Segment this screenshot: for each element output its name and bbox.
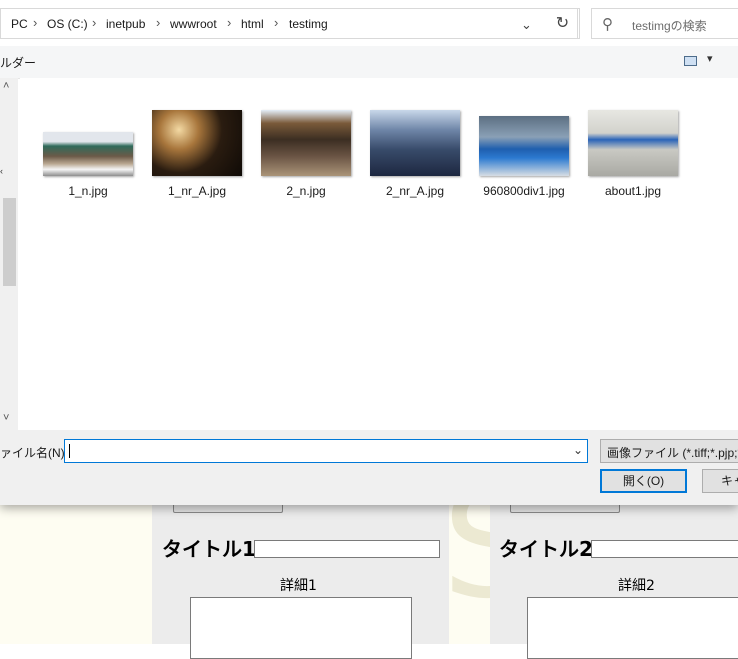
file-name: 2_n.jpg: [286, 184, 326, 198]
scroll-up-icon[interactable]: ˄: [3, 80, 9, 92]
breadcrumb-drive[interactable]: OS (C:): [47, 17, 88, 31]
view-options-icon[interactable]: [684, 56, 697, 66]
view-dropdown-icon[interactable]: ▾: [707, 52, 713, 65]
card-title-1: タイトル1: [162, 537, 256, 561]
file-item[interactable]: 1_n.jpg: [33, 102, 143, 202]
filename-dropdown-icon[interactable]: ⌄: [573, 443, 583, 457]
breadcrumb-testimg[interactable]: testimg: [289, 17, 328, 31]
file-thumbnail: [588, 110, 678, 176]
breadcrumb-html[interactable]: html: [241, 17, 264, 31]
breadcrumb-wwwroot[interactable]: wwwroot: [170, 17, 217, 31]
title-input-2[interactable]: [591, 540, 738, 558]
scrollbar-thumb[interactable]: [3, 198, 16, 286]
dialog-footer: ァイル名(N): ⌄ 画像ファイル (*.tiff;*.pjp;*.jfif 開…: [0, 430, 738, 505]
filetype-select[interactable]: 画像ファイル (*.tiff;*.pjp;*.jfif: [600, 439, 738, 463]
breadcrumb-separator[interactable]: ›: [227, 15, 231, 30]
refresh-button[interactable]: ↻: [548, 8, 578, 39]
new-folder-button[interactable]: ルダー: [0, 54, 36, 71]
detail-label-2: 詳細2: [618, 578, 655, 594]
file-list: 1_n.jpg 1_nr_A.jpg 2_n.jpg 2_nr_A.jpg 96…: [20, 78, 738, 430]
file-item[interactable]: 2_nr_A.jpg: [360, 102, 470, 202]
file-item[interactable]: 960800div1.jpg: [469, 102, 579, 202]
nav-item-marker: ‹: [0, 166, 3, 176]
file-thumbnail: [43, 132, 133, 176]
file-item[interactable]: 1_nr_A.jpg: [142, 102, 252, 202]
file-name: 1_nr_A.jpg: [167, 184, 227, 198]
scroll-down-icon[interactable]: ˅: [3, 412, 9, 424]
file-item[interactable]: 2_n.jpg: [251, 102, 361, 202]
breadcrumb-pc[interactable]: PC: [11, 17, 28, 31]
detail-textarea-2[interactable]: [527, 597, 738, 659]
breadcrumb-inetpub[interactable]: inetpub: [106, 17, 145, 31]
text-caret: [69, 444, 70, 458]
search-input[interactable]: ⚲ testimgの検索: [591, 8, 738, 39]
file-thumbnail: [261, 110, 351, 176]
file-item[interactable]: about1.jpg: [578, 102, 688, 202]
breadcrumb-separator[interactable]: ›: [33, 15, 37, 30]
file-name: 960800div1.jpg: [483, 184, 565, 198]
file-thumbnail: [370, 110, 460, 176]
dialog-toolbar: ルダー ▾: [0, 46, 738, 79]
filename-label: ァイル名(N):: [0, 446, 68, 460]
search-icon: ⚲: [602, 16, 613, 33]
file-open-dialog: PC › OS (C:) › inetpub › wwwroot › html …: [0, 0, 738, 505]
cancel-button[interactable]: キャンセル: [702, 469, 738, 493]
filename-input[interactable]: ⌄: [64, 439, 588, 463]
open-button[interactable]: 開く(O): [600, 469, 687, 493]
title-input-1[interactable]: [254, 540, 440, 558]
detail-textarea-1[interactable]: [190, 597, 412, 659]
filetype-value: 画像ファイル (*.tiff;*.pjp;*.jfif: [607, 446, 738, 460]
file-name: 1_n.jpg: [68, 184, 108, 198]
file-name: about1.jpg: [604, 184, 662, 198]
breadcrumb-separator[interactable]: ›: [156, 15, 160, 30]
card-title-2: タイトル2: [499, 537, 593, 561]
breadcrumb-separator[interactable]: ›: [92, 15, 96, 30]
address-bar[interactable]: PC › OS (C:) › inetpub › wwwroot › html …: [0, 8, 580, 39]
detail-label-1: 詳細1: [280, 578, 317, 594]
breadcrumb-separator[interactable]: ›: [274, 15, 278, 30]
navigation-pane[interactable]: ˄ ‹ ˅: [0, 78, 18, 430]
search-placeholder: testimgの検索: [632, 19, 707, 33]
address-dropdown-icon[interactable]: ⌄: [521, 17, 532, 33]
file-thumbnail: [479, 116, 569, 176]
file-thumbnail: [152, 110, 242, 176]
refresh-icon: ↻: [555, 15, 570, 32]
file-name: 2_nr_A.jpg: [385, 184, 445, 198]
